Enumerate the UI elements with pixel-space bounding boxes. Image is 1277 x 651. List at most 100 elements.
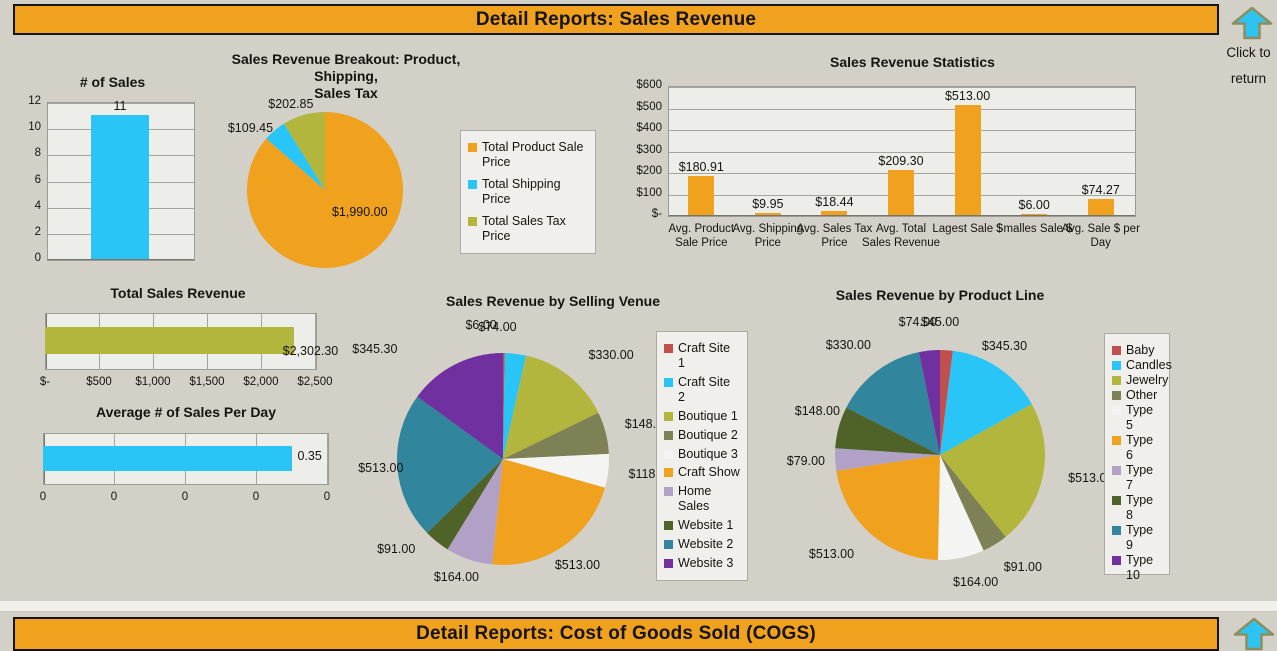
x-axis-tick: $2,500 [297, 376, 332, 388]
gridline [669, 152, 1135, 153]
chart-total-sales-revenue: Total Sales Revenue$2,302.30$-$500$1,000… [25, 283, 331, 388]
legend-swatch [1112, 406, 1121, 415]
legend-item: Boutique 1 [664, 409, 740, 424]
data-label: $202.85 [268, 97, 313, 111]
pie [396, 352, 610, 566]
legend-item: Total Product Sale Price [468, 140, 588, 170]
legend-swatch [664, 521, 673, 530]
y-axis-tick: 2 [0, 226, 41, 238]
data-label: $513.00 [809, 547, 854, 561]
x-axis-line [669, 215, 1135, 216]
x-axis-tick: 0 [253, 491, 259, 503]
data-label: $164.00 [953, 575, 998, 589]
legend-item: Craft Show [664, 465, 740, 480]
legend-label: Website 2 [678, 537, 733, 552]
data-label: $345.30 [352, 342, 397, 356]
pie-slice [836, 455, 940, 560]
y-axis-tick: 6 [0, 174, 41, 186]
x-axis-tick: $2,000 [243, 376, 278, 388]
x-axis-tick: 0 [111, 491, 117, 503]
gridline [669, 109, 1135, 110]
y-axis-tick: 10 [0, 121, 41, 133]
x-axis-tick: $- [40, 376, 50, 388]
data-label: $1,990.00 [332, 205, 388, 219]
chart-revenue-by-product-pie: Sales Revenue by Product Line$45.00$345.… [790, 283, 1090, 595]
y-axis-tick: 8 [0, 147, 41, 159]
legend-swatch [664, 540, 673, 549]
legend-label: Craft Show [678, 465, 740, 480]
return-arrow-icon-bottom[interactable] [1233, 617, 1275, 651]
gridline [327, 434, 328, 484]
legend-label: Craft Site 2 [678, 375, 740, 405]
chart-title: # of Sales [25, 74, 200, 91]
chart-title: Sales Revenue Breakout: Product, Shippin… [215, 51, 477, 102]
legend-label: Type 5 [1126, 403, 1162, 433]
legend-item: Total Shipping Price [468, 177, 588, 207]
legend-item: Type 9 [1112, 523, 1162, 553]
x-axis-tick: $1,000 [135, 376, 170, 388]
legend-swatch [1112, 556, 1121, 565]
legend-label: Website 3 [678, 556, 733, 571]
x-axis-tick: 0 [182, 491, 188, 503]
data-label: $74.00 [478, 320, 516, 334]
data-label: $18.44 [815, 195, 853, 209]
y-axis-tick: $500 [616, 101, 662, 113]
legend-swatch [1112, 496, 1121, 505]
bar [43, 446, 292, 471]
data-label: $148.00 [795, 404, 840, 418]
legend-swatch [664, 468, 673, 477]
chart-title: Total Sales Revenue [25, 285, 331, 302]
data-label: $164.00 [434, 570, 479, 584]
chart-avg-sales-per-day: Average # of Sales Per Day0.3500000 [25, 402, 347, 512]
legend-label: Candles [1126, 358, 1172, 373]
return-note-line1: Click to [1226, 45, 1270, 60]
data-label: $330.00 [826, 338, 871, 352]
data-label: $74.00 [899, 315, 937, 329]
legend-swatch [664, 450, 673, 459]
chart-number-of-sales: # of Sales02468101211 [25, 70, 200, 270]
data-label: $345.30 [982, 339, 1027, 353]
data-label: $2,302.30 [283, 344, 339, 358]
legend-item: Home Sales [664, 484, 740, 514]
bar [888, 170, 914, 215]
legend-swatch [1112, 361, 1121, 370]
bar [1088, 199, 1114, 215]
top-banner: Detail Reports: Sales Revenue [13, 4, 1219, 35]
legend-item: Baby [1112, 343, 1162, 358]
legend-label: Other [1126, 388, 1157, 403]
y-axis-tick: 12 [0, 95, 41, 107]
legend-item: Craft Site 1 [664, 341, 740, 371]
data-label: $79.00 [787, 454, 825, 468]
legend-item: Type 8 [1112, 493, 1162, 523]
legend-label: Boutique 1 [678, 409, 738, 424]
y-axis-tick: $200 [616, 165, 662, 177]
legend-label: Total Product Sale Price [482, 140, 588, 170]
bar [45, 327, 294, 355]
legend-swatch [1112, 436, 1121, 445]
legend-swatch [468, 217, 477, 226]
legend-swatch [664, 344, 673, 353]
dashboard-page: { "page": { "background": "#D3D1C7", "to… [0, 0, 1277, 645]
bar [91, 115, 149, 259]
legend-label: Website 1 [678, 518, 733, 533]
click-to-return-label[interactable]: Click to return [1220, 40, 1277, 92]
pie [834, 349, 1046, 561]
legend-item: Website 1 [664, 518, 740, 533]
data-label: 0.35 [298, 449, 322, 463]
legend-label: Type 8 [1126, 493, 1162, 523]
x-axis-line [48, 259, 194, 260]
legend-item: Total Sales Tax Price [468, 214, 588, 244]
x-axis-tick: $500 [86, 376, 112, 388]
bar [955, 105, 981, 215]
data-label: 11 [114, 99, 127, 113]
bar [755, 213, 781, 215]
legend-swatch [1112, 466, 1121, 475]
legend-item: Type 5 [1112, 403, 1162, 433]
chart-revenue-breakout-pie: Sales Revenue Breakout: Product, Shippin… [215, 48, 477, 283]
return-arrow-icon[interactable] [1231, 6, 1273, 40]
legend-swatch [664, 431, 673, 440]
legend-label: Type 6 [1126, 433, 1162, 463]
legend-item: Boutique 2 [664, 428, 740, 443]
data-label: $109.45 [228, 121, 273, 135]
y-axis-tick: 4 [0, 200, 41, 212]
